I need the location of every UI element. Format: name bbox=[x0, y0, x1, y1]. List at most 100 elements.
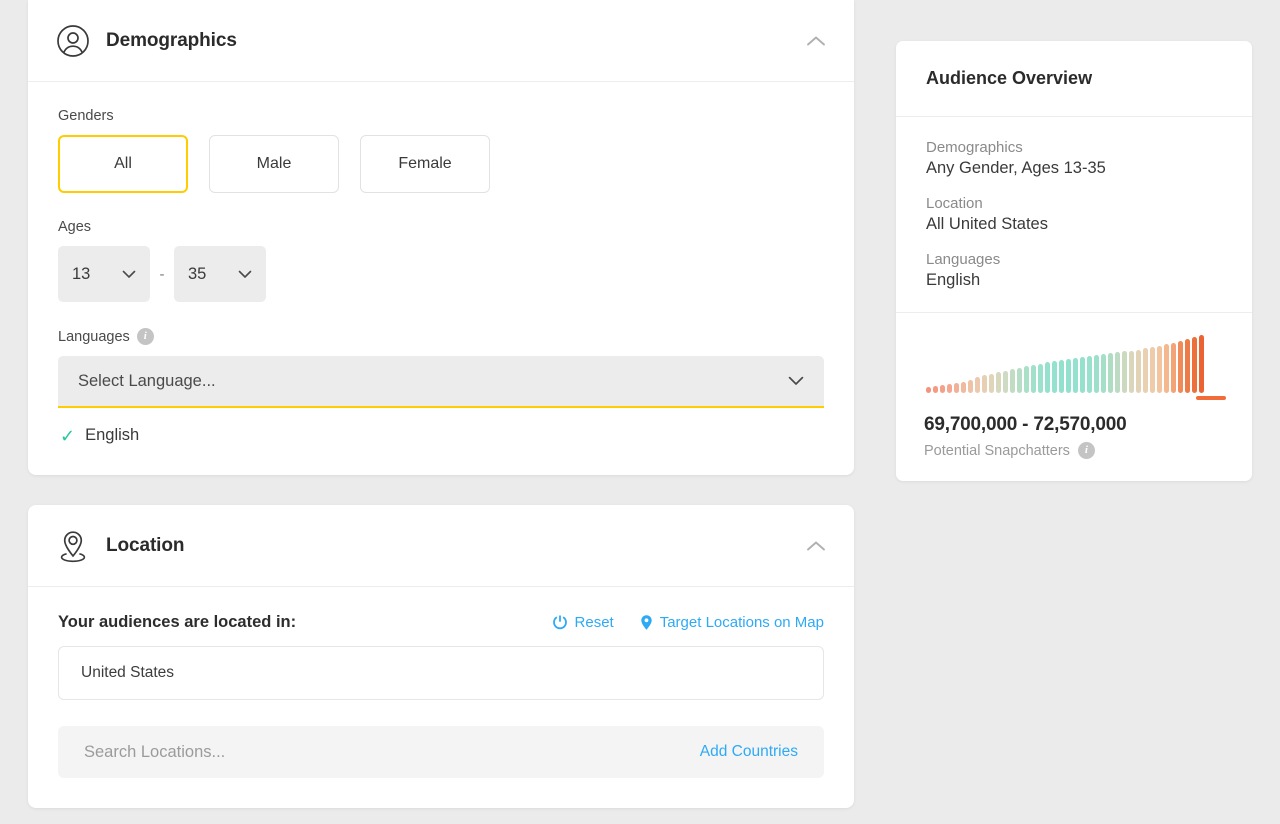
reach-bar-chart bbox=[924, 331, 1224, 393]
language-select-placeholder: Select Language... bbox=[78, 372, 788, 391]
reach-bar bbox=[1094, 355, 1099, 393]
reach-bar bbox=[1157, 346, 1162, 393]
reach-bar bbox=[961, 382, 966, 393]
reach-bar bbox=[1066, 359, 1071, 393]
reach-bar bbox=[1164, 344, 1169, 393]
reach-bar bbox=[1129, 351, 1134, 393]
location-chip[interactable]: United States bbox=[81, 664, 174, 682]
language-select[interactable]: Select Language... bbox=[58, 356, 824, 408]
reach-bar bbox=[1171, 343, 1176, 393]
reach-bar bbox=[940, 385, 945, 393]
reach-bar bbox=[1080, 357, 1085, 393]
target-locations-on-map-button[interactable]: Target Locations on Map bbox=[640, 614, 824, 631]
age-max-value: 35 bbox=[188, 265, 238, 284]
reach-bar bbox=[926, 387, 931, 393]
potential-reach-count: 69,700,000 - 72,570,000 bbox=[924, 414, 1224, 436]
selected-language-label: English bbox=[85, 426, 139, 445]
refresh-icon bbox=[552, 614, 568, 631]
targeting-forms-column: Demographics Genders All Male Female bbox=[28, 0, 854, 808]
check-icon: ✓ bbox=[60, 427, 75, 445]
reach-bar bbox=[1003, 371, 1008, 393]
reach-bar bbox=[968, 380, 973, 393]
age-min-value: 13 bbox=[72, 265, 122, 284]
chevron-up-icon bbox=[806, 540, 826, 552]
reach-bar bbox=[1143, 348, 1148, 393]
map-pin-icon bbox=[54, 527, 92, 565]
genders-label: Genders bbox=[58, 108, 824, 124]
location-search-input[interactable]: Search Locations... bbox=[84, 743, 700, 762]
summary-value: All United States bbox=[926, 215, 1222, 234]
selected-language-item[interactable]: ✓ English bbox=[58, 426, 824, 445]
ages-label-text: Ages bbox=[58, 219, 91, 235]
reach-bar bbox=[996, 372, 1001, 393]
reach-bar bbox=[1010, 369, 1015, 393]
location-card-body: Your audiences are located in: Reset bbox=[28, 587, 854, 808]
reach-bar bbox=[1045, 362, 1050, 393]
map-marker-icon bbox=[640, 614, 653, 631]
reach-bar bbox=[1017, 368, 1022, 393]
reach-bar bbox=[1199, 335, 1204, 393]
reach-bar bbox=[1101, 354, 1106, 393]
demographics-card-header: Demographics bbox=[28, 0, 854, 82]
reach-bar bbox=[954, 383, 959, 393]
demographics-collapse-toggle[interactable] bbox=[802, 27, 830, 55]
add-countries-button[interactable]: Add Countries bbox=[700, 743, 798, 761]
audience-overview-column: Audience Overview Demographics Any Gende… bbox=[896, 41, 1252, 481]
audience-overview-title: Audience Overview bbox=[896, 41, 1252, 117]
info-icon[interactable]: i bbox=[137, 328, 154, 345]
chevron-down-icon bbox=[238, 270, 252, 279]
chevron-down-icon bbox=[788, 376, 804, 386]
reset-locations-button[interactable]: Reset bbox=[552, 614, 614, 631]
location-lead-text: Your audiences are located in: bbox=[58, 613, 526, 632]
demographics-card-body: Genders All Male Female Ages 13 bbox=[28, 82, 854, 475]
reach-bar bbox=[1122, 351, 1127, 393]
age-max-select[interactable]: 35 bbox=[174, 246, 266, 302]
reach-bar bbox=[1052, 361, 1057, 393]
location-title: Location bbox=[106, 535, 184, 557]
gender-option-female[interactable]: Female bbox=[360, 135, 490, 193]
info-icon[interactable]: i bbox=[1078, 442, 1095, 459]
chevron-down-icon bbox=[122, 270, 136, 279]
age-range-separator: - bbox=[150, 266, 174, 283]
person-circle-icon bbox=[54, 22, 92, 60]
reach-chart-section: 69,700,000 - 72,570,000 Potential Snapch… bbox=[896, 313, 1252, 481]
reach-bar bbox=[1087, 356, 1092, 393]
summary-value: English bbox=[926, 271, 1222, 290]
chevron-up-icon bbox=[806, 35, 826, 47]
selected-locations-box[interactable]: United States bbox=[58, 646, 824, 700]
potential-reach-caption: Potential Snapchatters i bbox=[924, 442, 1224, 459]
reach-caption-text: Potential Snapchatters bbox=[924, 443, 1070, 459]
summary-row-demographics: Demographics Any Gender, Ages 13-35 bbox=[926, 139, 1222, 178]
age-min-select[interactable]: 13 bbox=[58, 246, 150, 302]
reach-bar bbox=[1150, 347, 1155, 393]
languages-label: Languages i bbox=[58, 328, 824, 345]
location-card-header: Location bbox=[28, 505, 854, 587]
gender-option-male[interactable]: Male bbox=[209, 135, 339, 193]
location-card: Location Your audiences are located in: bbox=[28, 505, 854, 808]
reach-bar bbox=[1038, 364, 1043, 393]
reach-bar bbox=[1059, 360, 1064, 393]
gender-option-all[interactable]: All bbox=[58, 135, 188, 193]
reach-bar bbox=[1073, 358, 1078, 393]
summary-key: Demographics bbox=[926, 139, 1222, 156]
location-collapse-toggle[interactable] bbox=[802, 532, 830, 560]
reach-bar bbox=[1031, 365, 1036, 393]
page-title: Demographics bbox=[106, 30, 237, 52]
reach-bar bbox=[1024, 366, 1029, 393]
reach-bar bbox=[1178, 341, 1183, 393]
reach-bar bbox=[1192, 337, 1197, 393]
reach-range-underline bbox=[1196, 396, 1226, 400]
reach-bar bbox=[975, 377, 980, 393]
audience-overview-card: Audience Overview Demographics Any Gende… bbox=[896, 41, 1252, 481]
summary-value: Any Gender, Ages 13-35 bbox=[926, 159, 1222, 178]
summary-key: Languages bbox=[926, 251, 1222, 268]
reset-label: Reset bbox=[575, 614, 614, 631]
reach-bar bbox=[1108, 353, 1113, 393]
audience-overview-summary: Demographics Any Gender, Ages 13-35 Loca… bbox=[896, 117, 1252, 313]
summary-row-location: Location All United States bbox=[926, 195, 1222, 234]
reach-bar bbox=[1185, 339, 1190, 393]
target-locations-label: Target Locations on Map bbox=[660, 614, 824, 631]
audience-targeting-page: Demographics Genders All Male Female bbox=[0, 0, 1280, 824]
location-search-row: Search Locations... Add Countries bbox=[58, 726, 824, 778]
location-toolbar: Your audiences are located in: Reset bbox=[58, 613, 824, 632]
